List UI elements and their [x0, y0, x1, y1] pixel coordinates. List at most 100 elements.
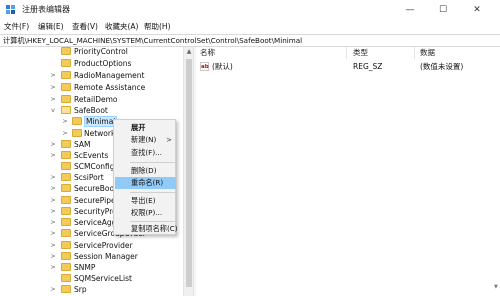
- collapse-arrow-icon[interactable]: v: [49, 105, 57, 116]
- folder-icon: [61, 151, 71, 159]
- expand-arrow-icon[interactable]: >: [49, 94, 57, 105]
- minimize-button[interactable]: —: [395, 0, 425, 20]
- expand-arrow-icon[interactable]: >: [49, 228, 57, 239]
- folder-icon: [61, 218, 71, 226]
- registry-editor-window: 注册表编辑器 — ☐ ✕ 文件(F) 编辑(E) 查看(V) 收藏夹(A) 帮助…: [0, 0, 500, 296]
- tree-item-label: SQMServiceList: [74, 274, 132, 283]
- address-path[interactable]: 计算机\HKEY_LOCAL_MACHINE\SYSTEM\CurrentCon…: [3, 36, 302, 46]
- menu-view[interactable]: 查看(V): [72, 22, 98, 32]
- window-title: 注册表编辑器: [22, 5, 70, 14]
- context-menu-copy-key-name[interactable]: 复制项名称(C): [115, 223, 178, 235]
- tree-item[interactable]: > ServiceProvider: [0, 240, 183, 251]
- context-menu-delete[interactable]: 删除(D): [115, 165, 176, 177]
- maximize-button[interactable]: ☐: [428, 0, 458, 20]
- values-scrollbar[interactable]: ▼: [493, 47, 500, 296]
- tree-item[interactable]: SQMServiceList: [0, 273, 183, 284]
- expand-arrow-icon[interactable]: >: [49, 217, 57, 228]
- expand-arrow-icon[interactable]: >: [49, 195, 57, 206]
- expand-arrow-icon[interactable]: >: [49, 70, 57, 81]
- context-menu-find[interactable]: 查找(F)...: [115, 147, 176, 159]
- context-menu-label: 权限(P)...: [131, 208, 163, 217]
- close-button[interactable]: ✕: [462, 0, 492, 20]
- scroll-down-arrow-icon[interactable]: ▼: [494, 285, 499, 290]
- context-menu-label: 导出(E): [131, 196, 156, 205]
- expand-arrow-icon[interactable]: >: [49, 183, 57, 194]
- column-divider[interactable]: [346, 47, 347, 59]
- expand-arrow-icon[interactable]: >: [49, 139, 57, 150]
- address-bar[interactable]: 计算机\HKEY_LOCAL_MACHINE\SYSTEM\CurrentCon…: [0, 34, 500, 47]
- submenu-arrow-icon: >: [166, 136, 172, 144]
- context-menu-permissions[interactable]: 权限(P)...: [115, 207, 176, 219]
- menu-help[interactable]: 帮助(H): [144, 22, 171, 32]
- scrollbar-thumb[interactable]: [186, 59, 192, 287]
- tree-item[interactable]: > RetailDemo: [0, 94, 183, 105]
- tree-item-label: SAM: [74, 140, 91, 149]
- expand-arrow-icon[interactable]: >: [49, 284, 57, 295]
- column-header-type[interactable]: 类型: [353, 48, 368, 58]
- tree-item-label: Session Manager: [74, 252, 138, 261]
- expand-arrow-icon[interactable]: >: [61, 116, 69, 127]
- context-menu-label: 删除(D): [131, 166, 157, 175]
- column-header-data[interactable]: 数据: [420, 48, 435, 58]
- menu-file[interactable]: 文件(F): [4, 22, 29, 32]
- column-header-name[interactable]: 名称: [200, 48, 215, 58]
- tree-item[interactable]: ProductOptions: [0, 58, 183, 69]
- scroll-up-arrow-icon[interactable]: ▲: [185, 48, 193, 56]
- expand-arrow-icon[interactable]: [49, 47, 57, 57]
- tree-item-label: ScEvents: [74, 151, 109, 160]
- expand-arrow-icon[interactable]: >: [49, 251, 57, 262]
- context-menu-label: 新建(N): [131, 135, 157, 144]
- folder-icon: [61, 274, 71, 282]
- column-divider[interactable]: [414, 47, 415, 59]
- menu-edit[interactable]: 编辑(E): [38, 22, 64, 32]
- folder-icon: [61, 71, 71, 79]
- value-name: (默认): [212, 62, 233, 71]
- expand-arrow-icon[interactable]: [49, 273, 57, 284]
- expand-arrow-icon[interactable]: >: [49, 150, 57, 161]
- folder-icon: [61, 285, 71, 293]
- tree-item-label: SecurePipe: [74, 196, 116, 205]
- folder-icon: [61, 47, 71, 55]
- menu-separator: [130, 162, 175, 163]
- context-menu-label: 复制项名称(C): [131, 224, 178, 233]
- expand-arrow-icon[interactable]: >: [49, 206, 57, 217]
- context-menu-label: 展开: [131, 123, 146, 132]
- context-menu: 展开 新建(N) > 查找(F)... 删除(D) 重命名(R) 导出(E) 权…: [113, 119, 178, 235]
- context-menu-expand[interactable]: 展开: [115, 122, 176, 134]
- tree-item-safeboot[interactable]: v SafeBoot: [0, 105, 183, 116]
- expand-arrow-icon[interactable]: [49, 161, 57, 172]
- tree-item[interactable]: > SNMP: [0, 262, 183, 273]
- menu-bar: 文件(F) 编辑(E) 查看(V) 收藏夹(A) 帮助(H): [0, 20, 500, 34]
- tree-item[interactable]: PriorityControl: [0, 47, 183, 57]
- tree-item-label: ServiceProvider: [74, 241, 133, 250]
- expand-arrow-icon[interactable]: >: [49, 240, 57, 251]
- tree-item-label: ProductOptions: [74, 59, 132, 68]
- registry-editor-icon: [6, 5, 15, 14]
- tree-item[interactable]: > Remote Assistance: [0, 82, 183, 93]
- tree-item-label: SafeBoot: [74, 106, 108, 115]
- tree-item[interactable]: > RadioManagement: [0, 70, 183, 81]
- expand-arrow-icon[interactable]: >: [61, 128, 69, 139]
- tree-item-label: SCMConfig: [74, 162, 115, 171]
- value-row[interactable]: ab (默认) REG_SZ (数值未设置): [196, 61, 500, 72]
- expand-arrow-icon[interactable]: >: [49, 82, 57, 93]
- tree-item-label: SecurityPro: [74, 207, 117, 216]
- title-bar: 注册表编辑器 — ☐ ✕: [0, 0, 500, 20]
- folder-open-icon: [61, 106, 71, 114]
- tree-item[interactable]: > Session Manager: [0, 251, 183, 262]
- expand-arrow-icon[interactable]: [49, 58, 57, 69]
- tree-item-label: Remote Assistance: [74, 83, 146, 92]
- expand-arrow-icon[interactable]: >: [49, 172, 57, 183]
- tree-item[interactable]: > Srp: [0, 284, 183, 295]
- context-menu-rename[interactable]: 重命名(R): [115, 177, 176, 189]
- folder-icon: [61, 196, 71, 204]
- context-menu-export[interactable]: 导出(E): [115, 195, 176, 207]
- context-menu-label: 重命名(R): [131, 178, 164, 187]
- tree-item-label: SecureBoot: [74, 184, 118, 193]
- menu-favorites[interactable]: 收藏夹(A): [105, 22, 138, 32]
- values-pane[interactable]: 名称 类型 数据 ab (默认) REG_SZ (数值未设置): [196, 47, 500, 296]
- expand-arrow-icon[interactable]: >: [49, 262, 57, 273]
- context-menu-new[interactable]: 新建(N) >: [115, 134, 176, 146]
- tree-item-label: Network: [84, 129, 116, 138]
- tree-scrollbar[interactable]: ▲: [183, 47, 193, 296]
